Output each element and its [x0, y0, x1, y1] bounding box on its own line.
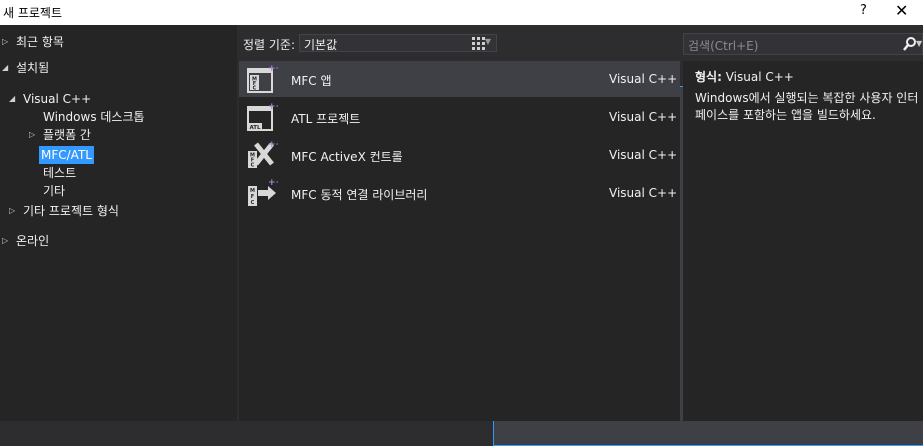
tree-item-installed[interactable]: ◢ 설치됨: [2, 59, 51, 77]
tree-item-other[interactable]: 기타: [41, 182, 67, 200]
close-button[interactable]: ✕: [895, 1, 908, 20]
svg-text:++: ++: [268, 140, 278, 150]
list-item[interactable]: ATL ++ ATL 프로젝트 Visual C++: [239, 99, 680, 135]
svg-text:C: C: [251, 200, 255, 206]
mfc-app-icon: M F C ++: [247, 64, 278, 93]
mfc-dll-icon: M F C ++: [248, 178, 278, 206]
type-row: 형식: Visual C++: [695, 68, 794, 85]
template-language: Visual C++: [609, 148, 678, 162]
list-item[interactable]: M F C ++ MFC 동적 연결 라이브러리 Visual C++: [239, 175, 680, 211]
sort-value: 기본값: [304, 38, 338, 52]
svg-text:++: ++: [268, 102, 278, 112]
search-input[interactable]: 검색(Ctrl+E) ▼: [683, 33, 923, 55]
template-name: MFC 앱: [291, 74, 332, 88]
sort-label: 정렬 기준:: [243, 38, 296, 52]
window-title: 새 프로젝트: [3, 6, 63, 20]
type-value: Visual C++: [725, 70, 794, 84]
tree-item-other-project-types[interactable]: ▷ 기타 프로젝트 형식: [9, 202, 121, 220]
svg-text:C: C: [251, 163, 255, 169]
template-language: Visual C++: [609, 110, 678, 124]
atl-project-icon: ATL ++: [247, 102, 278, 131]
expand-arrow-icon[interactable]: ▷: [9, 202, 21, 220]
template-list: M F C ++ MFC 앱 Visual C++ ATL ++ ATL 프로젝…: [239, 61, 680, 421]
tree-item-online[interactable]: ▷ 온라인: [2, 232, 51, 250]
tree-item-visual-cpp[interactable]: ◢ Visual C++: [9, 90, 93, 108]
expand-arrow-icon[interactable]: ▷: [29, 126, 41, 144]
mfc-activex-icon: M F C ++: [248, 140, 278, 169]
grid-view-button[interactable]: [468, 33, 488, 53]
svg-text:C: C: [253, 86, 257, 92]
details-pane: 형식: Visual C++ Windows에서 실행되는 복잡한 사용자 인터…: [683, 61, 923, 421]
sort-toolbar: 정렬 기준: 기본값 ▼: [237, 25, 923, 446]
svg-text:++: ++: [268, 178, 278, 188]
template-name: MFC 동적 연결 라이브러리: [291, 188, 428, 202]
expand-arrow-icon[interactable]: ▷: [2, 232, 14, 250]
collapse-arrow-icon[interactable]: ◢: [9, 90, 21, 108]
search-placeholder: 검색(Ctrl+E): [688, 39, 759, 53]
category-tree: ▷ 최근 항목 ◢ 설치됨 ◢ Visual C++ Windows 데스크톱 ▷ 플랫…: [0, 25, 237, 421]
chevron-down-icon[interactable]: ▼: [916, 39, 922, 48]
expand-arrow-icon[interactable]: ▷: [2, 33, 14, 51]
collapse-arrow-icon[interactable]: ◢: [2, 59, 14, 77]
template-description: Windows에서 실행되는 복잡한 사용자 인터페이스를 포함하는 앱을 빌드…: [695, 91, 919, 122]
template-language: Visual C++: [609, 72, 678, 86]
list-item[interactable]: M F C ++ MFC ActiveX 컨트롤 Visual C++: [239, 137, 680, 173]
grid-view-icon: [472, 37, 485, 50]
help-button[interactable]: ?: [860, 3, 867, 18]
type-key: 형식:: [695, 70, 722, 84]
tree-item-recent[interactable]: ▷ 최근 항목: [2, 33, 66, 51]
svg-text:ATL: ATL: [249, 125, 261, 131]
svg-text:++: ++: [268, 64, 278, 74]
title-bar: 새 프로젝트 ? ✕: [0, 0, 923, 25]
tree-item-mfc-atl[interactable]: MFC/ATL: [39, 146, 94, 164]
list-item[interactable]: M F C ++ MFC 앱 Visual C++: [239, 61, 680, 97]
search-icon[interactable]: [903, 36, 916, 52]
tree-item-cross-platform[interactable]: ▷ 플랫폼 간: [29, 126, 93, 144]
template-name: ATL 프로젝트: [291, 112, 361, 126]
tree-item-windows-desktop[interactable]: Windows 데스크톱: [41, 108, 147, 126]
tree-item-test[interactable]: 테스트: [41, 164, 78, 182]
template-language: Visual C++: [609, 186, 678, 200]
template-name: MFC ActiveX 컨트롤: [291, 150, 403, 164]
